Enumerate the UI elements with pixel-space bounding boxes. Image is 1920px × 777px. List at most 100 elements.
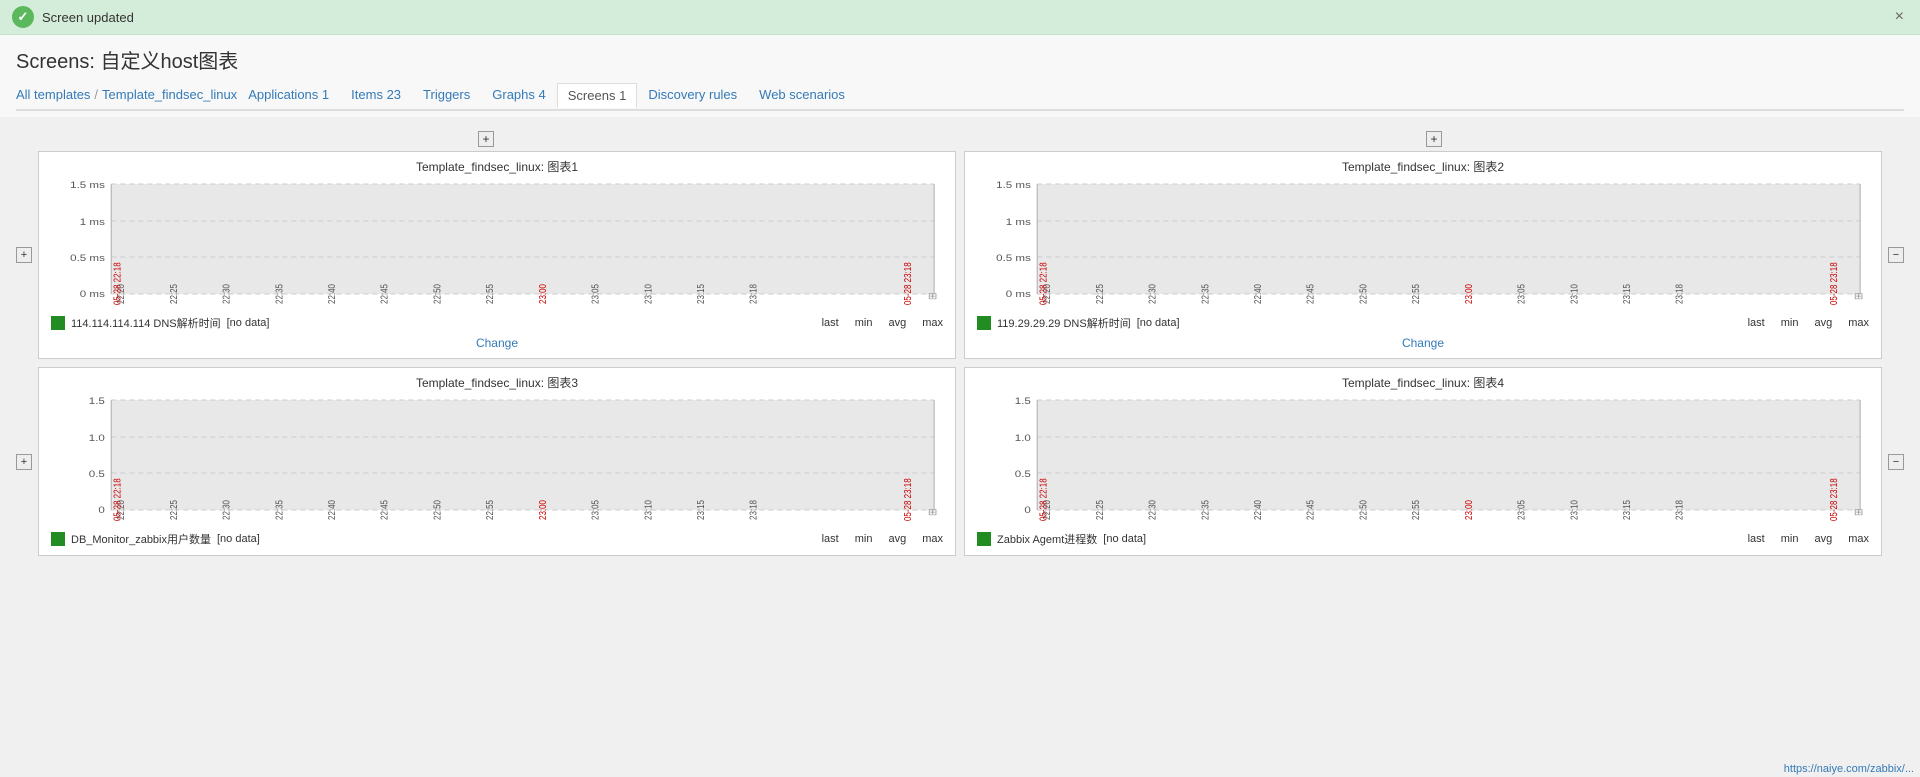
row-1: + Template_findsec_linux: 图表1 [14, 151, 1906, 359]
chart4-svg: 1.5 1.0 0.5 0 22:20 22:25 22:30 22:35 [973, 395, 1873, 525]
svg-text:1.5: 1.5 [89, 397, 105, 407]
tab-screens[interactable]: Screens 1 [557, 83, 638, 108]
chart2-legend-left: 119.29.29.29 DNS解析时间 [no data] [977, 315, 1180, 331]
svg-text:23:18: 23:18 [748, 500, 759, 520]
chart2-legend-nodata: [no data] [1137, 317, 1180, 329]
chart3-legend-left: DB_Monitor_zabbix用户数量 [no data] [51, 531, 260, 547]
svg-text:1 ms: 1 ms [80, 218, 105, 228]
svg-text:1.5 ms: 1.5 ms [996, 181, 1031, 191]
svg-text:23:15: 23:15 [1621, 284, 1632, 304]
chart2-col-last: last [1748, 317, 1765, 329]
svg-text:0 ms: 0 ms [1006, 290, 1031, 300]
svg-text:0.5 ms: 0.5 ms [996, 254, 1031, 264]
svg-text:22:35: 22:35 [273, 500, 284, 520]
svg-text:0: 0 [98, 506, 105, 516]
chart3-legend-color [51, 532, 65, 546]
breadcrumb-template-name[interactable]: Template_findsec_linux [102, 87, 237, 102]
chart1-col-max: max [922, 317, 943, 329]
svg-text:1.0: 1.0 [1015, 434, 1031, 444]
svg-text:22:25: 22:25 [1094, 500, 1105, 520]
svg-text:23:05: 23:05 [590, 500, 601, 520]
chart4-legend: Zabbix Agemt进程数 [no data] last min avg m… [973, 531, 1873, 547]
svg-text:0.5: 0.5 [1015, 470, 1031, 480]
chart1-col-min: min [855, 317, 873, 329]
svg-text:23:10: 23:10 [642, 500, 653, 520]
svg-text:23:00: 23:00 [537, 284, 548, 304]
chart-cell-1: Template_findsec_linux: 图表1 1.5 ms [38, 151, 956, 359]
chart-cell-4: Template_findsec_linux: 图表4 1.5 1.0 0.5 … [964, 367, 1882, 556]
top-add-row: + + [14, 131, 1906, 147]
chart2-col-avg: avg [1814, 317, 1832, 329]
breadcrumb-all-templates[interactable]: All templates [16, 87, 90, 102]
url-bar: https://naiye.com/zabbix/... [1778, 761, 1920, 777]
expand-left-1-button[interactable]: + [16, 247, 32, 263]
collapse-right-1-button[interactable]: − [1888, 247, 1904, 263]
svg-text:⊞: ⊞ [928, 508, 938, 518]
side-control-right-1: − [1886, 247, 1906, 263]
screens-wrapper: + + + Template_findsec_linux: 图表1 [10, 127, 1910, 568]
svg-text:22:45: 22:45 [379, 284, 390, 304]
chart3-legend-label: DB_Monitor_zabbix用户数量 [71, 531, 211, 547]
chart2-wrap: 1.5 ms 1 ms 0.5 ms 0 ms 22:20 22:25 22:3… [973, 179, 1873, 309]
tab-applications[interactable]: Applications 1 [237, 82, 340, 107]
svg-text:22:25: 22:25 [168, 284, 179, 304]
add-column-top-right-button[interactable]: + [1426, 131, 1442, 147]
expand-left-2-button[interactable]: + [16, 454, 32, 470]
collapse-right-2-button[interactable]: − [1888, 454, 1904, 470]
svg-text:23:15: 23:15 [695, 284, 706, 304]
chart2-col-max: max [1848, 317, 1869, 329]
svg-text:22:40: 22:40 [326, 284, 337, 304]
svg-text:22:30: 22:30 [221, 500, 232, 520]
svg-text:22:55: 22:55 [484, 500, 495, 520]
svg-text:23:15: 23:15 [695, 500, 706, 520]
svg-text:0: 0 [1024, 506, 1031, 516]
chart1-change-anchor[interactable]: Change [476, 336, 518, 350]
chart3-svg: 1.5 1.0 0.5 0 22:20 22:25 22:30 22:35 [47, 395, 947, 525]
breadcrumb-nav: All templates / Template_findsec_linux A… [16, 82, 1904, 111]
chart1-svg: 1.5 ms 1 ms 0.5 ms 0 ms 22:20 22:25 [47, 179, 947, 309]
svg-text:22:45: 22:45 [1305, 284, 1316, 304]
svg-text:22:35: 22:35 [1199, 500, 1210, 520]
svg-text:22:35: 22:35 [273, 284, 284, 304]
tab-triggers[interactable]: Triggers [412, 82, 481, 107]
svg-text:23:18: 23:18 [748, 284, 759, 304]
svg-text:22:55: 22:55 [1410, 500, 1421, 520]
chart1-legend-label: 114.114.114.114 DNS解析时间 [71, 315, 221, 331]
chart4-legend-label: Zabbix Agemt进程数 [997, 531, 1097, 547]
svg-text:23:05: 23:05 [590, 284, 601, 304]
tab-discovery-rules[interactable]: Discovery rules [637, 82, 748, 107]
svg-text:05-28 23:18: 05-28 23:18 [902, 478, 913, 521]
add-column-top-left-button[interactable]: + [478, 131, 494, 147]
svg-text:0 ms: 0 ms [80, 290, 105, 300]
chart1-wrap: 1.5 ms 1 ms 0.5 ms 0 ms 22:20 22:25 [47, 179, 947, 309]
chart3-col-max: max [922, 533, 943, 545]
chart3-title: Template_findsec_linux: 图表3 [47, 374, 947, 391]
svg-text:22:50: 22:50 [1357, 500, 1368, 520]
svg-text:1.5: 1.5 [1015, 397, 1031, 407]
svg-text:23:10: 23:10 [1568, 500, 1579, 520]
page-title: Screens: 自定义host图表 [16, 45, 1904, 74]
svg-text:05-28 22:18: 05-28 22:18 [1037, 262, 1048, 305]
svg-text:22:25: 22:25 [168, 500, 179, 520]
svg-text:23:00: 23:00 [1463, 284, 1474, 304]
chart2-change-anchor[interactable]: Change [1402, 336, 1444, 350]
svg-text:22:35: 22:35 [1199, 284, 1210, 304]
tab-web-scenarios[interactable]: Web scenarios [748, 82, 856, 107]
chart1-legend-color [51, 316, 65, 330]
svg-text:0.5 ms: 0.5 ms [70, 254, 105, 264]
svg-text:1.0: 1.0 [89, 434, 105, 444]
svg-text:22:30: 22:30 [221, 284, 232, 304]
chart3-legend-nodata: [no data] [217, 533, 260, 545]
notification-close-button[interactable]: × [1891, 8, 1908, 26]
svg-text:23:18: 23:18 [1674, 284, 1685, 304]
tab-graphs[interactable]: Graphs 4 [481, 82, 557, 107]
chart4-col-min: min [1781, 533, 1799, 545]
tab-items[interactable]: Items 23 [340, 82, 412, 107]
chart2-change-link[interactable]: Change [973, 335, 1873, 350]
chart1-legend-left: 114.114.114.114 DNS解析时间 [no data] [51, 315, 269, 331]
chart1-change-link[interactable]: Change [47, 335, 947, 350]
svg-text:22:45: 22:45 [1305, 500, 1316, 520]
chart3-legend-right: last min avg max [822, 533, 943, 545]
svg-text:23:10: 23:10 [642, 284, 653, 304]
svg-text:22:30: 22:30 [1147, 284, 1158, 304]
